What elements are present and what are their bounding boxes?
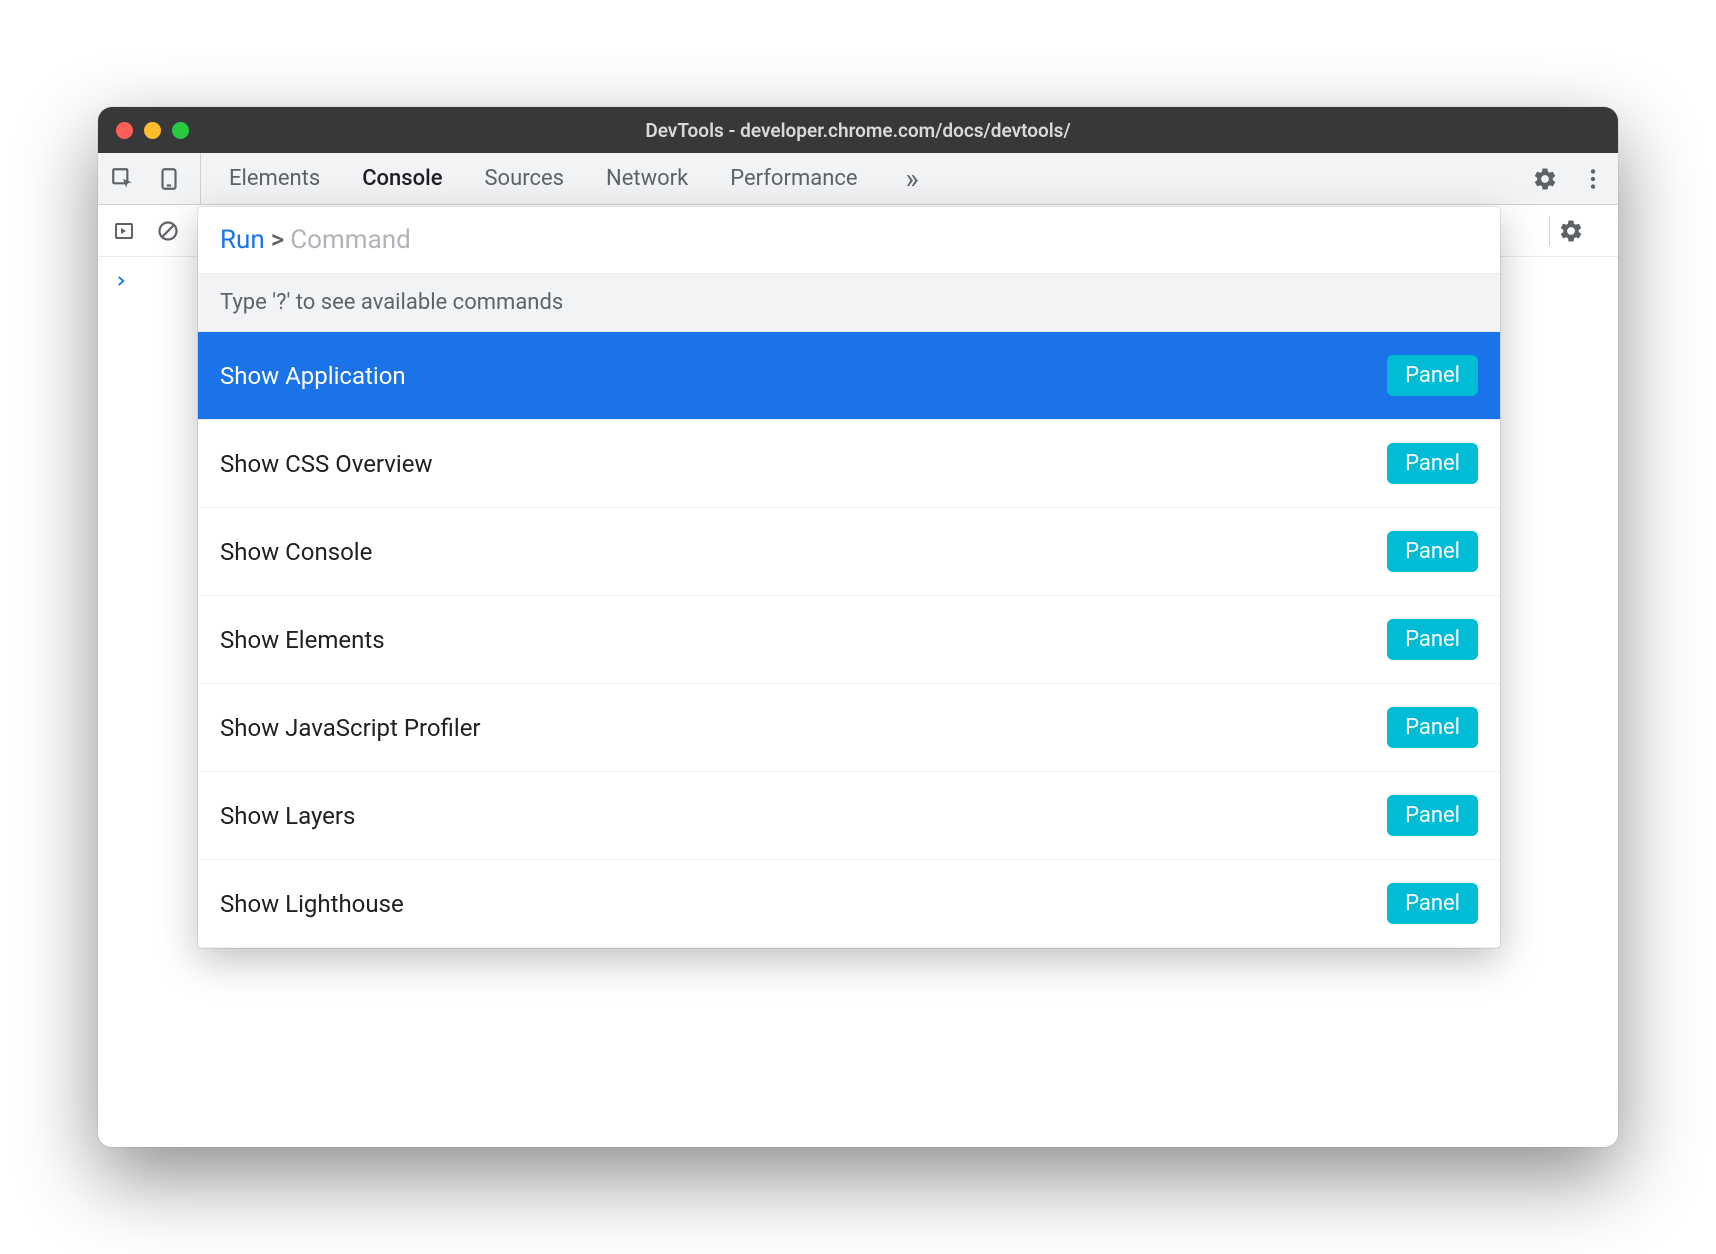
command-menu-separator: > xyxy=(271,225,285,255)
more-options-icon[interactable] xyxy=(1580,166,1606,192)
command-menu-item-label: Show Console xyxy=(220,538,372,566)
command-menu-search-row: Run > xyxy=(198,207,1500,274)
tab-network[interactable]: Network xyxy=(606,153,688,205)
command-menu-item[interactable]: Show Console Panel xyxy=(198,508,1500,596)
command-menu-item[interactable]: Show CSS Overview Panel xyxy=(198,420,1500,508)
command-menu-badge: Panel xyxy=(1387,443,1478,484)
minimize-window-button[interactable] xyxy=(144,122,161,139)
command-menu-badge: Panel xyxy=(1387,619,1478,660)
command-menu-item[interactable]: Show Lighthouse Panel xyxy=(198,860,1500,948)
command-menu-badge: Panel xyxy=(1387,795,1478,836)
command-menu-item-label: Show Layers xyxy=(220,802,355,830)
tab-console[interactable]: Console xyxy=(362,153,442,205)
window-title: DevTools - developer.chrome.com/docs/dev… xyxy=(98,119,1618,142)
command-menu-item[interactable]: Show Application Panel xyxy=(198,332,1500,420)
command-menu-item-label: Show Application xyxy=(220,362,406,390)
console-toolbar-right xyxy=(1541,216,1604,246)
command-menu-badge: Panel xyxy=(1387,883,1478,924)
command-menu-run-label: Run xyxy=(220,225,265,255)
command-menu-item-label: Show Elements xyxy=(220,626,385,654)
device-toolbar-icon[interactable] xyxy=(156,166,182,192)
command-menu-badge: Panel xyxy=(1387,355,1478,396)
tab-sources[interactable]: Sources xyxy=(484,153,564,205)
panel-tabs: Elements Console Sources Network Perform… xyxy=(201,153,919,205)
toolbar-left-group xyxy=(110,153,201,204)
console-prompt-caret xyxy=(114,269,128,293)
close-window-button[interactable] xyxy=(116,122,133,139)
command-menu-input[interactable] xyxy=(290,225,1478,255)
devtools-window: DevTools - developer.chrome.com/docs/dev… xyxy=(98,107,1618,1147)
command-menu-hint: Type '?' to see available commands xyxy=(198,274,1500,332)
clear-console-icon[interactable] xyxy=(156,219,180,243)
command-menu-item-label: Show Lighthouse xyxy=(220,890,404,918)
more-tabs-icon[interactable]: » xyxy=(906,162,919,195)
command-menu-item[interactable]: Show Layers Panel xyxy=(198,772,1500,860)
command-menu-badge: Panel xyxy=(1387,531,1478,572)
inspect-element-icon[interactable] xyxy=(110,166,136,192)
tab-performance[interactable]: Performance xyxy=(730,153,857,205)
titlebar: DevTools - developer.chrome.com/docs/dev… xyxy=(98,107,1618,153)
main-toolbar: Elements Console Sources Network Perform… xyxy=(98,153,1618,205)
tab-elements[interactable]: Elements xyxy=(229,153,320,205)
execution-context-icon[interactable] xyxy=(112,219,136,243)
maximize-window-button[interactable] xyxy=(172,122,189,139)
console-settings-icon[interactable] xyxy=(1558,218,1584,244)
toolbar-right-group xyxy=(1520,166,1606,192)
command-menu-item-label: Show CSS Overview xyxy=(220,450,433,478)
command-menu-item[interactable]: Show Elements Panel xyxy=(198,596,1500,684)
traffic-lights xyxy=(116,122,189,139)
command-menu-badge: Panel xyxy=(1387,707,1478,748)
settings-icon[interactable] xyxy=(1532,166,1558,192)
command-menu-list: Show Application Panel Show CSS Overview… xyxy=(198,332,1500,948)
toolbar-divider xyxy=(1549,216,1550,246)
command-menu: Run > Type '?' to see available commands… xyxy=(198,207,1500,948)
command-menu-item[interactable]: Show JavaScript Profiler Panel xyxy=(198,684,1500,772)
command-menu-item-label: Show JavaScript Profiler xyxy=(220,714,481,742)
